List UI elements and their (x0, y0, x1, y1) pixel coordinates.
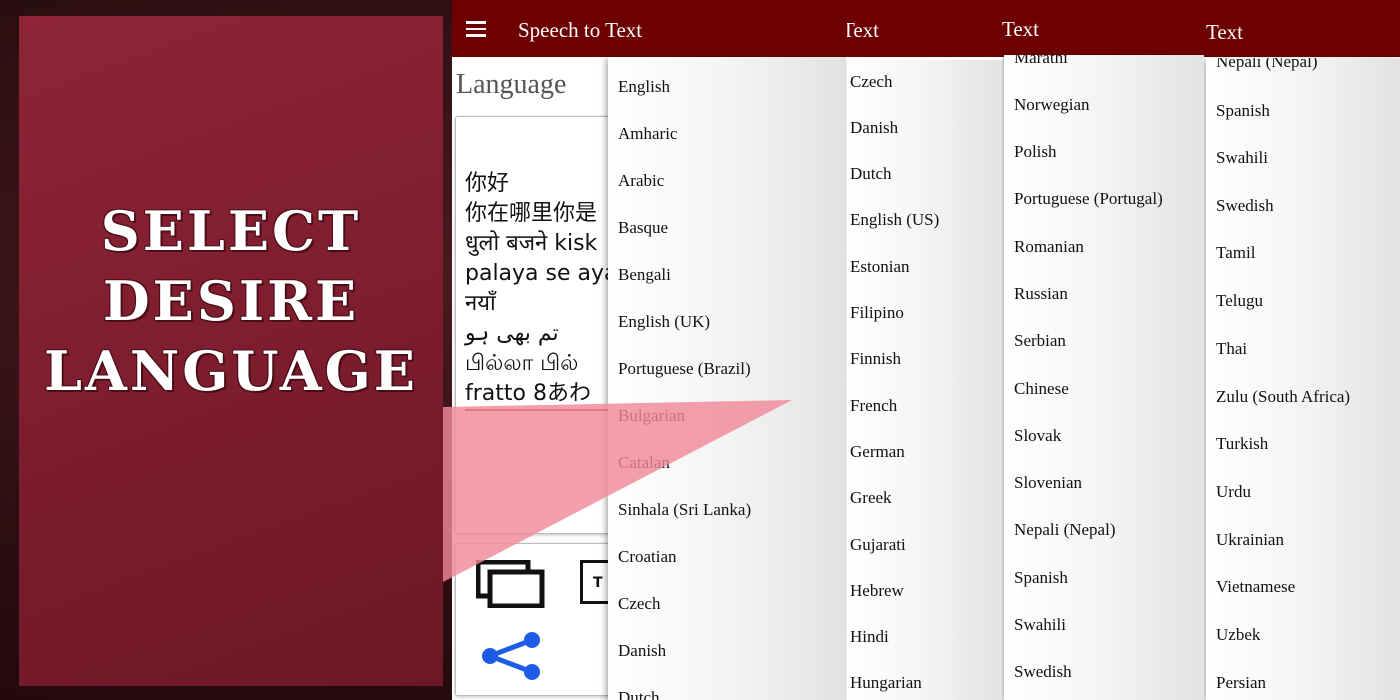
language-option[interactable]: Hungarian (850, 673, 922, 693)
language-option[interactable]: Polish (1014, 142, 1057, 162)
language-dropdown: Marathi Norwegian Polish Portuguese (Por… (1004, 55, 1204, 700)
app-bar: Speech to Text (452, 0, 847, 57)
language-option[interactable]: Dutch (850, 164, 892, 184)
language-option[interactable]: Spanish (1014, 568, 1068, 588)
language-option[interactable]: Czech (850, 72, 892, 92)
language-option[interactable]: Spanish (1216, 101, 1270, 121)
screen-4: Text Nepali (Nepal) Spanish Swahili Swed… (1204, 0, 1400, 700)
language-option[interactable]: Russian (1014, 284, 1068, 304)
language-option[interactable]: Greek (850, 488, 892, 508)
text-line: 你好 (465, 171, 510, 196)
language-option[interactable]: Slovenian (1014, 473, 1082, 493)
language-option[interactable]: Finnish (850, 349, 901, 369)
copy-icon[interactable] (476, 560, 546, 608)
text-line: नयाँ (465, 291, 496, 316)
language-option[interactable]: Bengali (618, 265, 671, 285)
language-option[interactable]: Urdu (1216, 482, 1251, 502)
language-option[interactable]: Danish (618, 641, 666, 661)
language-option[interactable]: Czech (618, 594, 660, 614)
menu-icon[interactable] (466, 21, 486, 37)
language-dropdown: Nepali (Nepal) Spanish Swahili Swedish T… (1206, 58, 1400, 700)
language-option[interactable]: Dutch (618, 688, 660, 700)
language-option[interactable]: Arabic (618, 171, 664, 191)
promo-card: SELECT DESIRE LANGUAGE (19, 16, 443, 686)
language-option[interactable]: Gujarati (850, 535, 906, 555)
language-option[interactable]: Estonian (850, 257, 910, 277)
language-option[interactable]: Tamil (1216, 243, 1255, 263)
language-option[interactable]: Catalan (618, 453, 670, 473)
language-option[interactable]: Vietnamese (1216, 577, 1295, 597)
language-option[interactable]: Serbian (1014, 331, 1066, 351)
language-option[interactable]: English (UK) (618, 312, 710, 332)
text-line: palaya se aya (465, 261, 618, 286)
language-option[interactable]: Nepali (Nepal) (1014, 520, 1115, 540)
text-line: fratto 8あわ (465, 381, 591, 406)
language-option[interactable]: Swedish (1014, 662, 1072, 682)
language-option[interactable]: Romanian (1014, 237, 1084, 257)
app-bar: Text (1002, 0, 1205, 57)
text-line: धुलो बजने kisk (465, 231, 598, 256)
language-option[interactable]: Thai (1216, 339, 1247, 359)
language-option[interactable]: Hindi (850, 627, 889, 647)
language-option[interactable]: Chinese (1014, 379, 1069, 399)
language-option[interactable]: Filipino (850, 303, 904, 323)
language-option[interactable]: Ukrainian (1216, 530, 1284, 550)
language-option[interactable]: German (850, 442, 905, 462)
promo-headline-line1: SELECT (100, 199, 362, 263)
language-option[interactable]: English (US) (850, 210, 939, 230)
language-option[interactable]: Slovak (1014, 426, 1061, 446)
language-option[interactable]: Telugu (1216, 291, 1263, 311)
screen-2: Text Czech Danish Dutch English (US) Est… (847, 0, 1004, 700)
language-dropdown: Czech Danish Dutch English (US) Estonian… (847, 60, 1004, 700)
language-option[interactable]: English (618, 77, 670, 97)
app-bar: Text (847, 0, 1004, 57)
language-option[interactable]: Turkish (1216, 434, 1268, 454)
language-option[interactable]: Nepali (Nepal) (1216, 58, 1317, 72)
language-option[interactable]: Portuguese (Portugal) (1014, 189, 1163, 209)
language-option[interactable]: Marathi (1014, 55, 1068, 68)
language-option[interactable]: Persian (1216, 673, 1266, 693)
language-option[interactable]: Swahili (1014, 615, 1066, 635)
text-line: 你在哪里你是 (465, 201, 598, 226)
share-icon[interactable] (480, 632, 544, 680)
language-option[interactable]: Sinhala (Sri Lanka) (618, 500, 751, 520)
language-label: Language (456, 69, 567, 100)
language-option[interactable]: Basque (618, 218, 668, 238)
promo-headline-line2: DESIRE (102, 269, 360, 333)
text-line: تم بھی ہو (465, 321, 559, 346)
promo-headline-line3: LANGUAGE (44, 339, 418, 403)
language-option[interactable]: Danish (850, 118, 898, 138)
screen-3: Text Marathi Norwegian Polish Portuguese… (1002, 0, 1205, 700)
promo-headline: SELECT DESIRE LANGUAGE (44, 196, 418, 406)
text-line: பில்லா பில் (465, 351, 579, 376)
app-title: Text (847, 18, 880, 42)
app-title: Text (1002, 17, 1040, 41)
app-bar: Text (1204, 0, 1400, 57)
app-title: Text (1206, 20, 1244, 44)
language-option[interactable]: Swedish (1216, 196, 1274, 216)
language-option[interactable]: Portuguese (Brazil) (618, 359, 751, 379)
language-option[interactable]: Swahili (1216, 148, 1268, 168)
language-option[interactable]: French (850, 396, 897, 416)
language-option[interactable]: Zulu (South Africa) (1216, 387, 1350, 407)
language-option[interactable]: Croatian (618, 547, 677, 567)
language-option[interactable]: Norwegian (1014, 95, 1090, 115)
language-dropdown: English Amharic Arabic Basque Bengali En… (608, 57, 846, 700)
main-screen: Speech to Text Language 你好 你在哪里你是 धुलो ब… (452, 0, 847, 700)
language-option[interactable]: Uzbek (1216, 625, 1260, 645)
recognized-text: 你好 你在哪里你是 धुलो बजने kisk palaya se aya न… (465, 169, 618, 409)
app-title: Speech to Text (518, 18, 643, 42)
language-option[interactable]: Amharic (618, 124, 677, 144)
language-option[interactable]: Hebrew (850, 581, 904, 601)
language-option[interactable]: Bulgarian (618, 406, 685, 426)
